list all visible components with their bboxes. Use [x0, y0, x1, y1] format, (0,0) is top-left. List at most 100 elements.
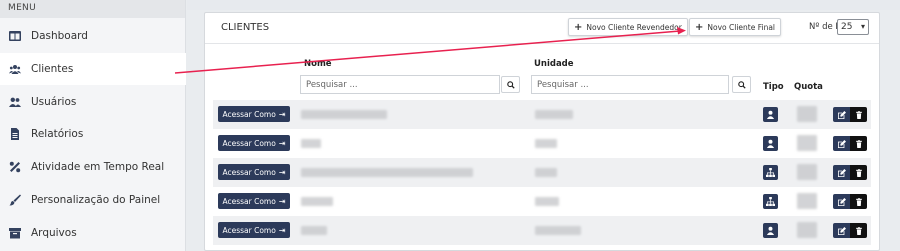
table-row: Acessar Como ⇥	[213, 216, 871, 245]
edit-button[interactable]	[833, 165, 850, 180]
delete-button[interactable]	[850, 165, 867, 180]
access-as-label: Acessar Como	[222, 109, 276, 119]
delete-button[interactable]	[850, 223, 867, 238]
delete-button[interactable]	[850, 194, 867, 209]
access-as-label: Acessar Como	[222, 225, 276, 235]
search-icon	[506, 80, 515, 89]
redacted-unit	[535, 168, 557, 177]
sidebar-item-label: Relatórios	[31, 128, 84, 140]
redacted-unit	[535, 110, 573, 119]
trash-icon	[855, 226, 862, 235]
rows-per-page-value: 25	[841, 22, 853, 32]
edit-icon	[837, 168, 846, 177]
redacted-unit	[535, 139, 557, 148]
sign-in-icon: ⇥	[278, 167, 286, 177]
page-title: CLIENTES	[221, 22, 270, 33]
edit-icon	[837, 110, 846, 119]
edit-button[interactable]	[833, 194, 850, 209]
user-icon	[763, 107, 778, 122]
name-search-input[interactable]: Pesquisar ...	[300, 75, 500, 94]
access-as-label: Acessar Como	[222, 138, 276, 148]
redacted-name	[301, 197, 333, 206]
sidebar-item-label: Usuários	[31, 96, 77, 108]
access-as-label: Acessar Como	[222, 196, 276, 206]
unit-search-input[interactable]: Pesquisar ...	[531, 75, 729, 94]
redacted-name	[301, 168, 473, 177]
new-client-button[interactable]: + Novo Cliente Final	[689, 18, 781, 36]
sidebar-item-label: Personalização do Painel	[31, 194, 161, 206]
column-header-name[interactable]: Nome	[304, 59, 332, 69]
user-icon	[763, 136, 778, 151]
sidebar-item-label: Arquivos	[31, 227, 77, 239]
column-header-type[interactable]: Tipo	[763, 82, 784, 92]
trash-icon	[855, 110, 862, 119]
edit-icon	[837, 139, 846, 148]
trash-icon	[855, 197, 862, 206]
menu-heading: MENU	[0, 0, 185, 18]
redacted-unit	[535, 226, 581, 235]
unit-search-button[interactable]	[732, 76, 751, 93]
edit-button[interactable]	[833, 136, 850, 151]
redacted-quota	[797, 222, 817, 238]
user-pair-icon	[8, 96, 22, 108]
access-as-button[interactable]: Acessar Como ⇥	[218, 106, 290, 122]
plus-icon: +	[574, 21, 583, 33]
background-decoration	[187, 0, 900, 10]
sign-in-icon: ⇥	[278, 196, 286, 206]
report-file-icon	[8, 128, 22, 140]
column-header-unit[interactable]: Unidade	[534, 59, 574, 69]
table-row: Acessar Como ⇥	[213, 129, 871, 158]
redacted-name	[301, 139, 321, 148]
redacted-quota	[797, 164, 817, 180]
access-as-button[interactable]: Acessar Como ⇥	[218, 164, 290, 180]
edit-button[interactable]	[833, 107, 850, 122]
table-row: Acessar Como ⇥	[213, 100, 871, 129]
table-row: Acessar Como ⇥	[213, 158, 871, 187]
rows-per-page-select[interactable]: 25 ▾	[837, 19, 869, 35]
sitemap-icon	[763, 194, 778, 209]
redacted-name	[301, 110, 387, 119]
access-as-button[interactable]: Acessar Como ⇥	[218, 135, 290, 151]
sign-in-icon: ⇥	[278, 109, 286, 119]
chevron-down-icon: ▾	[860, 22, 865, 31]
trash-icon	[855, 168, 862, 177]
access-as-button[interactable]: Acessar Como ⇥	[218, 222, 290, 238]
redacted-name	[301, 226, 327, 235]
redacted-quota	[797, 106, 817, 122]
sidebar-item-atividade[interactable]: Atividade em Tempo Real	[0, 151, 186, 183]
new-reseller-button[interactable]: + Novo Cliente Revendedor	[568, 18, 688, 36]
archive-icon	[8, 227, 22, 239]
table-row: Acessar Como ⇥	[213, 187, 871, 216]
new-reseller-label: Novo Cliente Revendedor	[586, 22, 682, 32]
brush-icon	[8, 194, 22, 206]
redacted-quota	[797, 193, 817, 209]
sidebar-item-arquivos[interactable]: Arquivos	[0, 217, 186, 249]
new-client-label: Novo Cliente Final	[707, 22, 775, 32]
edit-icon	[837, 226, 846, 235]
sidebar-item-relatorios[interactable]: Relatórios	[0, 118, 186, 150]
sign-in-icon: ⇥	[278, 225, 286, 235]
access-as-button[interactable]: Acessar Como ⇥	[218, 193, 290, 209]
delete-button[interactable]	[850, 136, 867, 151]
percent-icon	[8, 161, 22, 173]
users-group-icon	[8, 63, 22, 75]
user-icon	[763, 223, 778, 238]
sitemap-icon	[763, 165, 778, 180]
sidebar-item-label: Atividade em Tempo Real	[31, 161, 165, 173]
sidebar-item-personalizacao[interactable]: Personalização do Painel	[0, 184, 186, 216]
name-search-button[interactable]	[501, 76, 520, 93]
redacted-quota	[797, 135, 817, 151]
sidebar-item-usuarios[interactable]: Usuários	[0, 86, 186, 118]
edit-icon	[837, 197, 846, 206]
trash-icon	[855, 139, 862, 148]
divider	[205, 43, 879, 44]
access-as-label: Acessar Como	[222, 167, 276, 177]
edit-button[interactable]	[833, 223, 850, 238]
plus-icon: +	[695, 21, 704, 33]
delete-button[interactable]	[850, 107, 867, 122]
sidebar-item-dashboard[interactable]: Dashboard	[0, 20, 186, 52]
dashboard-icon	[8, 30, 22, 42]
column-header-quota[interactable]: Quota	[794, 82, 823, 92]
sidebar: MENU Dashboard Clientes Usuários Relatór…	[0, 0, 186, 251]
sidebar-item-clientes[interactable]: Clientes	[0, 53, 186, 85]
